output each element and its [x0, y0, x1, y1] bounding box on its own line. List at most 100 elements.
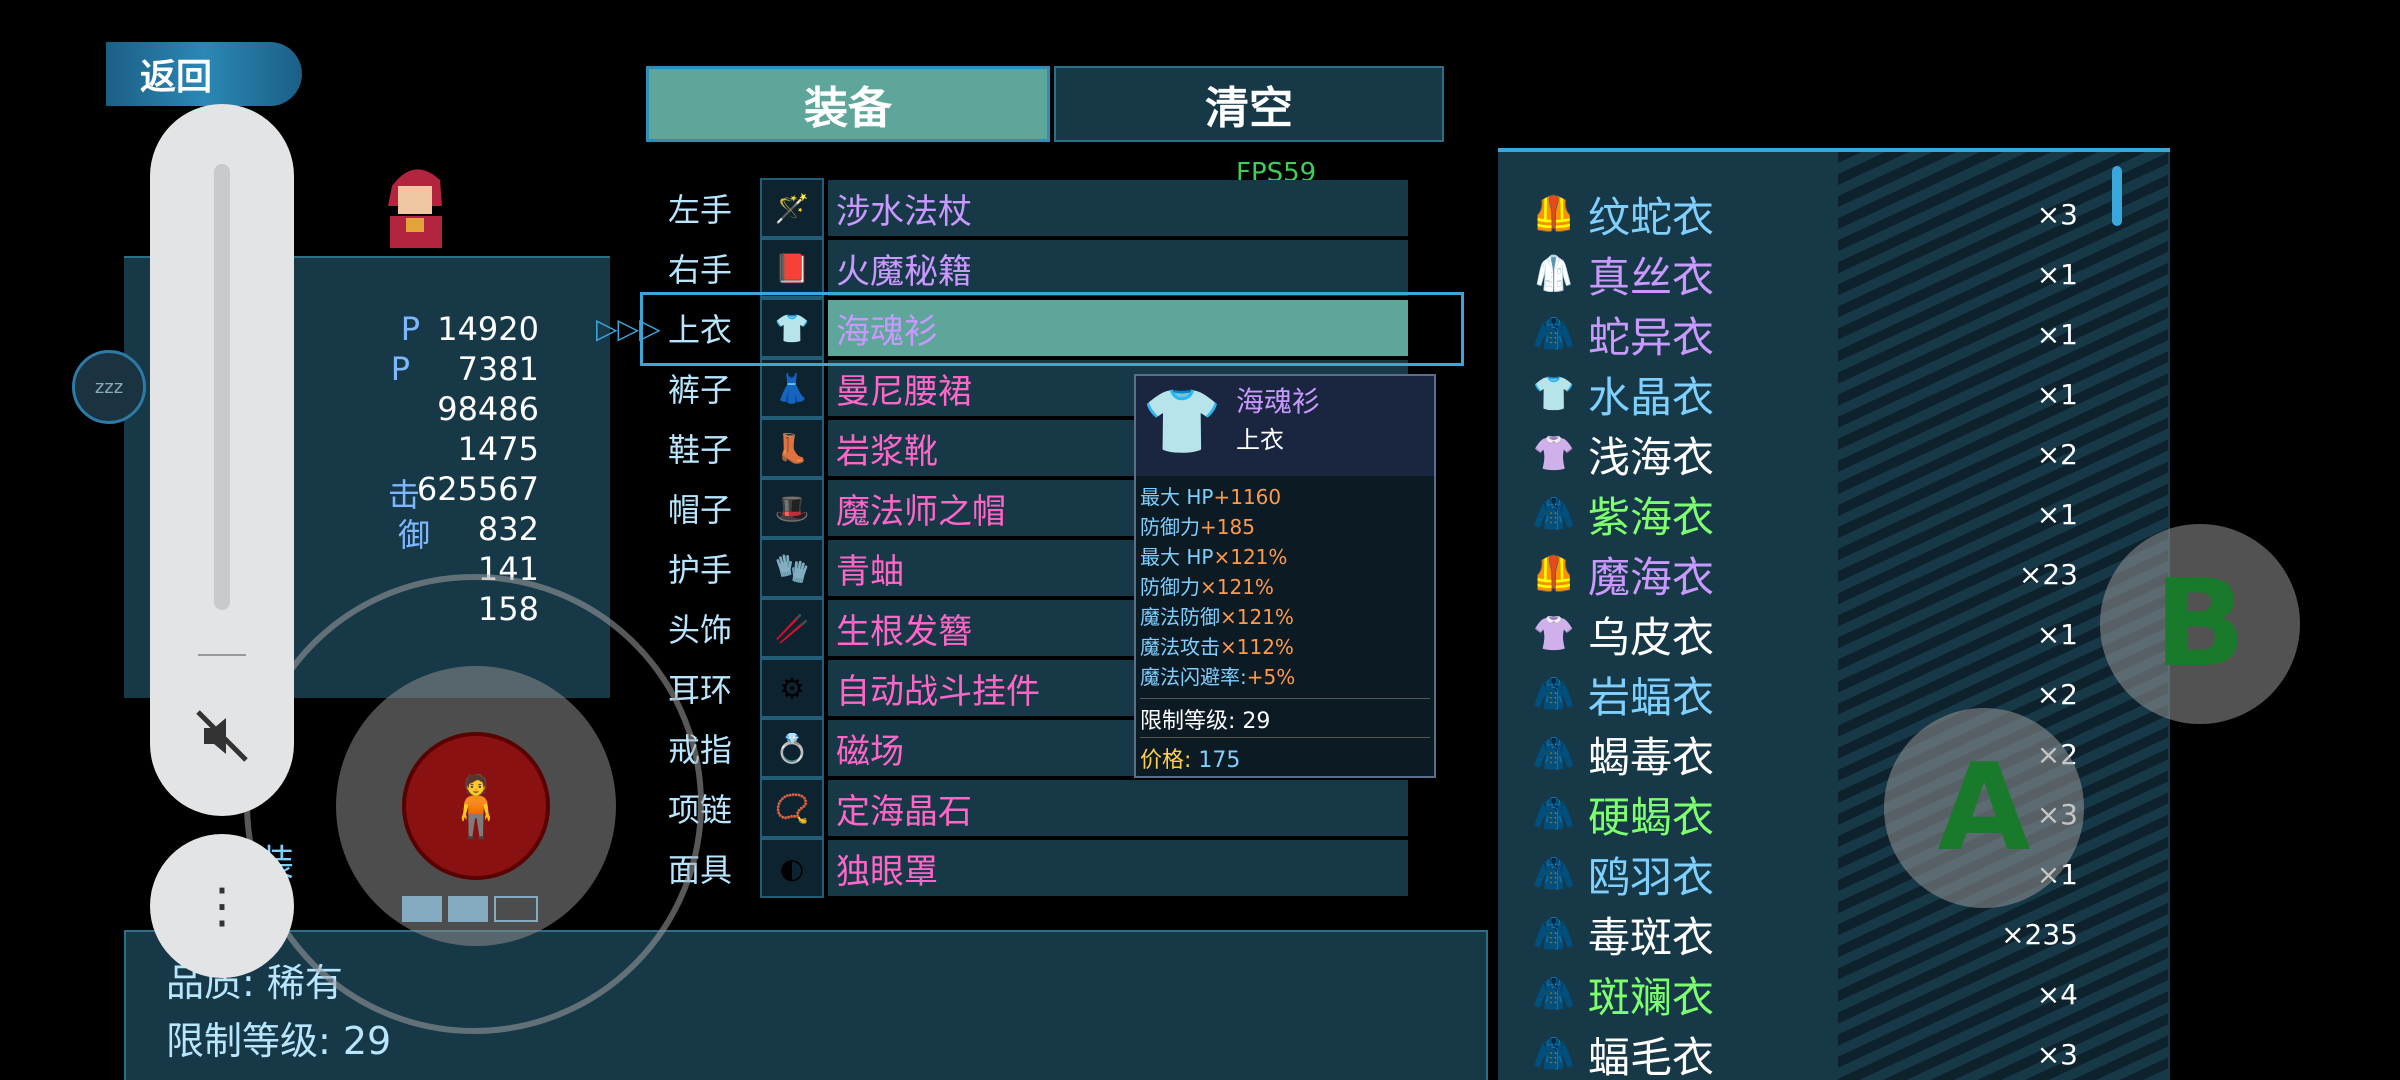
necklace-icon: 📿 [760, 778, 824, 838]
item-name: 涉水法杖 [828, 180, 1408, 236]
armor-icon: 🧥 [1532, 314, 1576, 354]
slot-label: 护手 [667, 551, 732, 589]
item-name: 海魂衫 [828, 300, 1408, 356]
tooltip-stat-line: 魔法攻击×112% [1140, 635, 1294, 659]
tooltip-stat-line: 魔法闪避率:+5% [1140, 665, 1296, 689]
glove-icon: 🧤 [760, 538, 824, 598]
inventory-item[interactable]: 🦺 魔海衣 ×23 [1528, 546, 2148, 602]
player-avatar-icon: 🧍 [438, 771, 514, 842]
character-portrait [372, 156, 456, 248]
inventory-item[interactable]: 🧥 毒斑衣 ×235 [1528, 906, 2148, 962]
armor-icon: 🧥 [1532, 734, 1576, 774]
tooltip-stat-line: 最大 HP+1160 [1140, 485, 1282, 509]
equip-row-left-hand[interactable]: 左手 🪄 涉水法杖 [640, 178, 1408, 238]
inventory-item[interactable]: 🧥 岩蝠衣 ×2 [1528, 666, 2148, 722]
tab-clear-label: 清空 [1205, 83, 1293, 134]
tooltip-item-type: 上衣 [1236, 426, 1284, 454]
armor-icon: 🧥 [1532, 974, 1576, 1014]
volume-slider-panel[interactable] [150, 104, 294, 816]
selection-arrow-icon: ▷▷▷ [596, 312, 661, 345]
inventory-item[interactable]: 👚 浅海衣 ×2 [1528, 426, 2148, 482]
slot-label: 头饰 [667, 611, 732, 649]
armor-icon: 👚 [1532, 434, 1576, 474]
armor-icon: 🦺 [1532, 194, 1576, 234]
hairpin-icon: 🥢 [760, 598, 824, 658]
sleep-button[interactable]: zzz [72, 350, 146, 424]
b-button[interactable]: B [2100, 524, 2300, 724]
gear-icon: ⚙ [760, 658, 824, 718]
slot-label: 帽子 [667, 491, 732, 529]
tab-clear[interactable]: 清空 [1054, 66, 1444, 142]
armor-icon: 🧥 [1532, 914, 1576, 954]
equip-row-top[interactable]: 上衣 👕 海魂衫 [640, 298, 1408, 358]
tab-equip[interactable]: 装备 [646, 66, 1050, 142]
armor-icon: 👕 [1532, 374, 1576, 414]
a-button-label: A [1937, 738, 2031, 878]
tooltip-level: 限制等级: 29 [1140, 698, 1430, 737]
inventory-item[interactable]: 🧥 紫海衣 ×1 [1528, 486, 2148, 542]
mute-icon[interactable] [190, 704, 254, 768]
item-tooltip: 👕 海魂衫 上衣 最大 HP+1160 防御力+185 最大 HP×121% 防… [1134, 374, 1436, 778]
equip-row-mask[interactable]: 面具 ◐ 独眼罩 [640, 838, 1408, 898]
equip-row-right-hand[interactable]: 右手 📕 火魔秘籍 [640, 238, 1408, 298]
staff-icon: 🪄 [760, 178, 824, 238]
armor-icon: 🧥 [1532, 674, 1576, 714]
inventory-item[interactable]: 👕 水晶衣 ×1 [1528, 366, 2148, 422]
inventory-item[interactable]: 🦺 纹蛇衣 ×3 [1528, 186, 2148, 242]
inventory-item[interactable]: 👚 乌皮衣 ×1 [1528, 606, 2148, 662]
armor-icon: 👕 [760, 298, 824, 358]
boots-icon: 👢 [760, 418, 824, 478]
item-level: 限制等级: 29 [166, 1019, 392, 1063]
divider [198, 654, 246, 656]
tooltip-stat-line: 防御力×121% [1140, 575, 1274, 599]
stat-value: 832 [477, 510, 539, 548]
inventory-item[interactable]: 🥼 真丝衣 ×1 [1528, 246, 2148, 302]
tab-equip-label: 装备 [804, 83, 892, 134]
hat-icon: 🎩 [760, 478, 824, 538]
a-button[interactable]: A [1884, 708, 2084, 908]
inventory-panel[interactable]: 🦺 纹蛇衣 ×3 🥼 真丝衣 ×1 🧥 蛇异衣 ×1 👕 水晶衣 ×1 👚 浅海衣 ×2 🧥 紫海衣 ×… [1498, 148, 2170, 1080]
volume-track[interactable] [214, 164, 230, 610]
back-button[interactable]: 返回 [106, 42, 302, 106]
slot-label: 裤子 [667, 371, 732, 409]
tooltip-item-name: 海魂衫 [1236, 385, 1321, 418]
armor-icon: 👚 [1532, 614, 1576, 654]
joystick-thumb[interactable]: 🧍 [402, 732, 550, 880]
equip-row-necklace[interactable]: 项链 📿 定海晶石 [640, 778, 1408, 838]
tooltip-header: 👕 海魂衫 上衣 [1136, 376, 1434, 476]
armor-icon: 🧥 [1532, 794, 1576, 834]
item-name: 定海晶石 [828, 780, 1408, 836]
inventory-item[interactable]: 🧥 斑斓衣 ×4 [1528, 966, 2148, 1022]
armor-icon: 🧥 [1532, 1034, 1576, 1074]
eyepatch-icon: ◐ [760, 838, 824, 898]
armor-icon: 🧥 [1532, 854, 1576, 894]
tooltip-stat-line: 防御力+185 [1140, 515, 1255, 539]
stat-value: 625567 [416, 470, 539, 508]
item-name: 独眼罩 [828, 840, 1408, 896]
sleep-label: zzz [94, 376, 124, 398]
armor-icon: 🦺 [1532, 554, 1576, 594]
stat-label-fragment: P [400, 310, 420, 348]
armor-icon: 🧥 [1532, 494, 1576, 534]
skirt-icon: 👗 [760, 358, 824, 418]
armor-icon: 👕 [1142, 385, 1222, 459]
back-label: 返回 [140, 57, 213, 98]
b-button-label: B [2154, 554, 2246, 694]
item-name: 火魔秘籍 [828, 240, 1408, 296]
inventory-item[interactable]: 🧥 蝠毛衣 ×3 [1528, 1026, 2148, 1080]
book-icon: 📕 [760, 238, 824, 298]
tooltip-stat-line: 魔法防御×121% [1140, 605, 1294, 629]
stat-value: 98486 [437, 390, 539, 428]
stat-label-fragment: P [390, 350, 410, 388]
stat-label-fragment: 御 [397, 516, 430, 554]
armor-icon: 🥼 [1532, 254, 1576, 294]
slot-label: 左手 [667, 191, 732, 229]
ring-icon: 💍 [760, 718, 824, 778]
slot-label: 右手 [667, 251, 732, 289]
stat-value: 14920 [437, 310, 539, 348]
tooltip-price: 价格: 175 [1140, 737, 1430, 774]
stat-value: 7381 [457, 350, 539, 388]
more-options-button[interactable]: ⋮ [150, 834, 294, 978]
tooltip-stat-line: 最大 HP×121% [1140, 545, 1288, 569]
inventory-item[interactable]: 🧥 蛇异衣 ×1 [1528, 306, 2148, 362]
